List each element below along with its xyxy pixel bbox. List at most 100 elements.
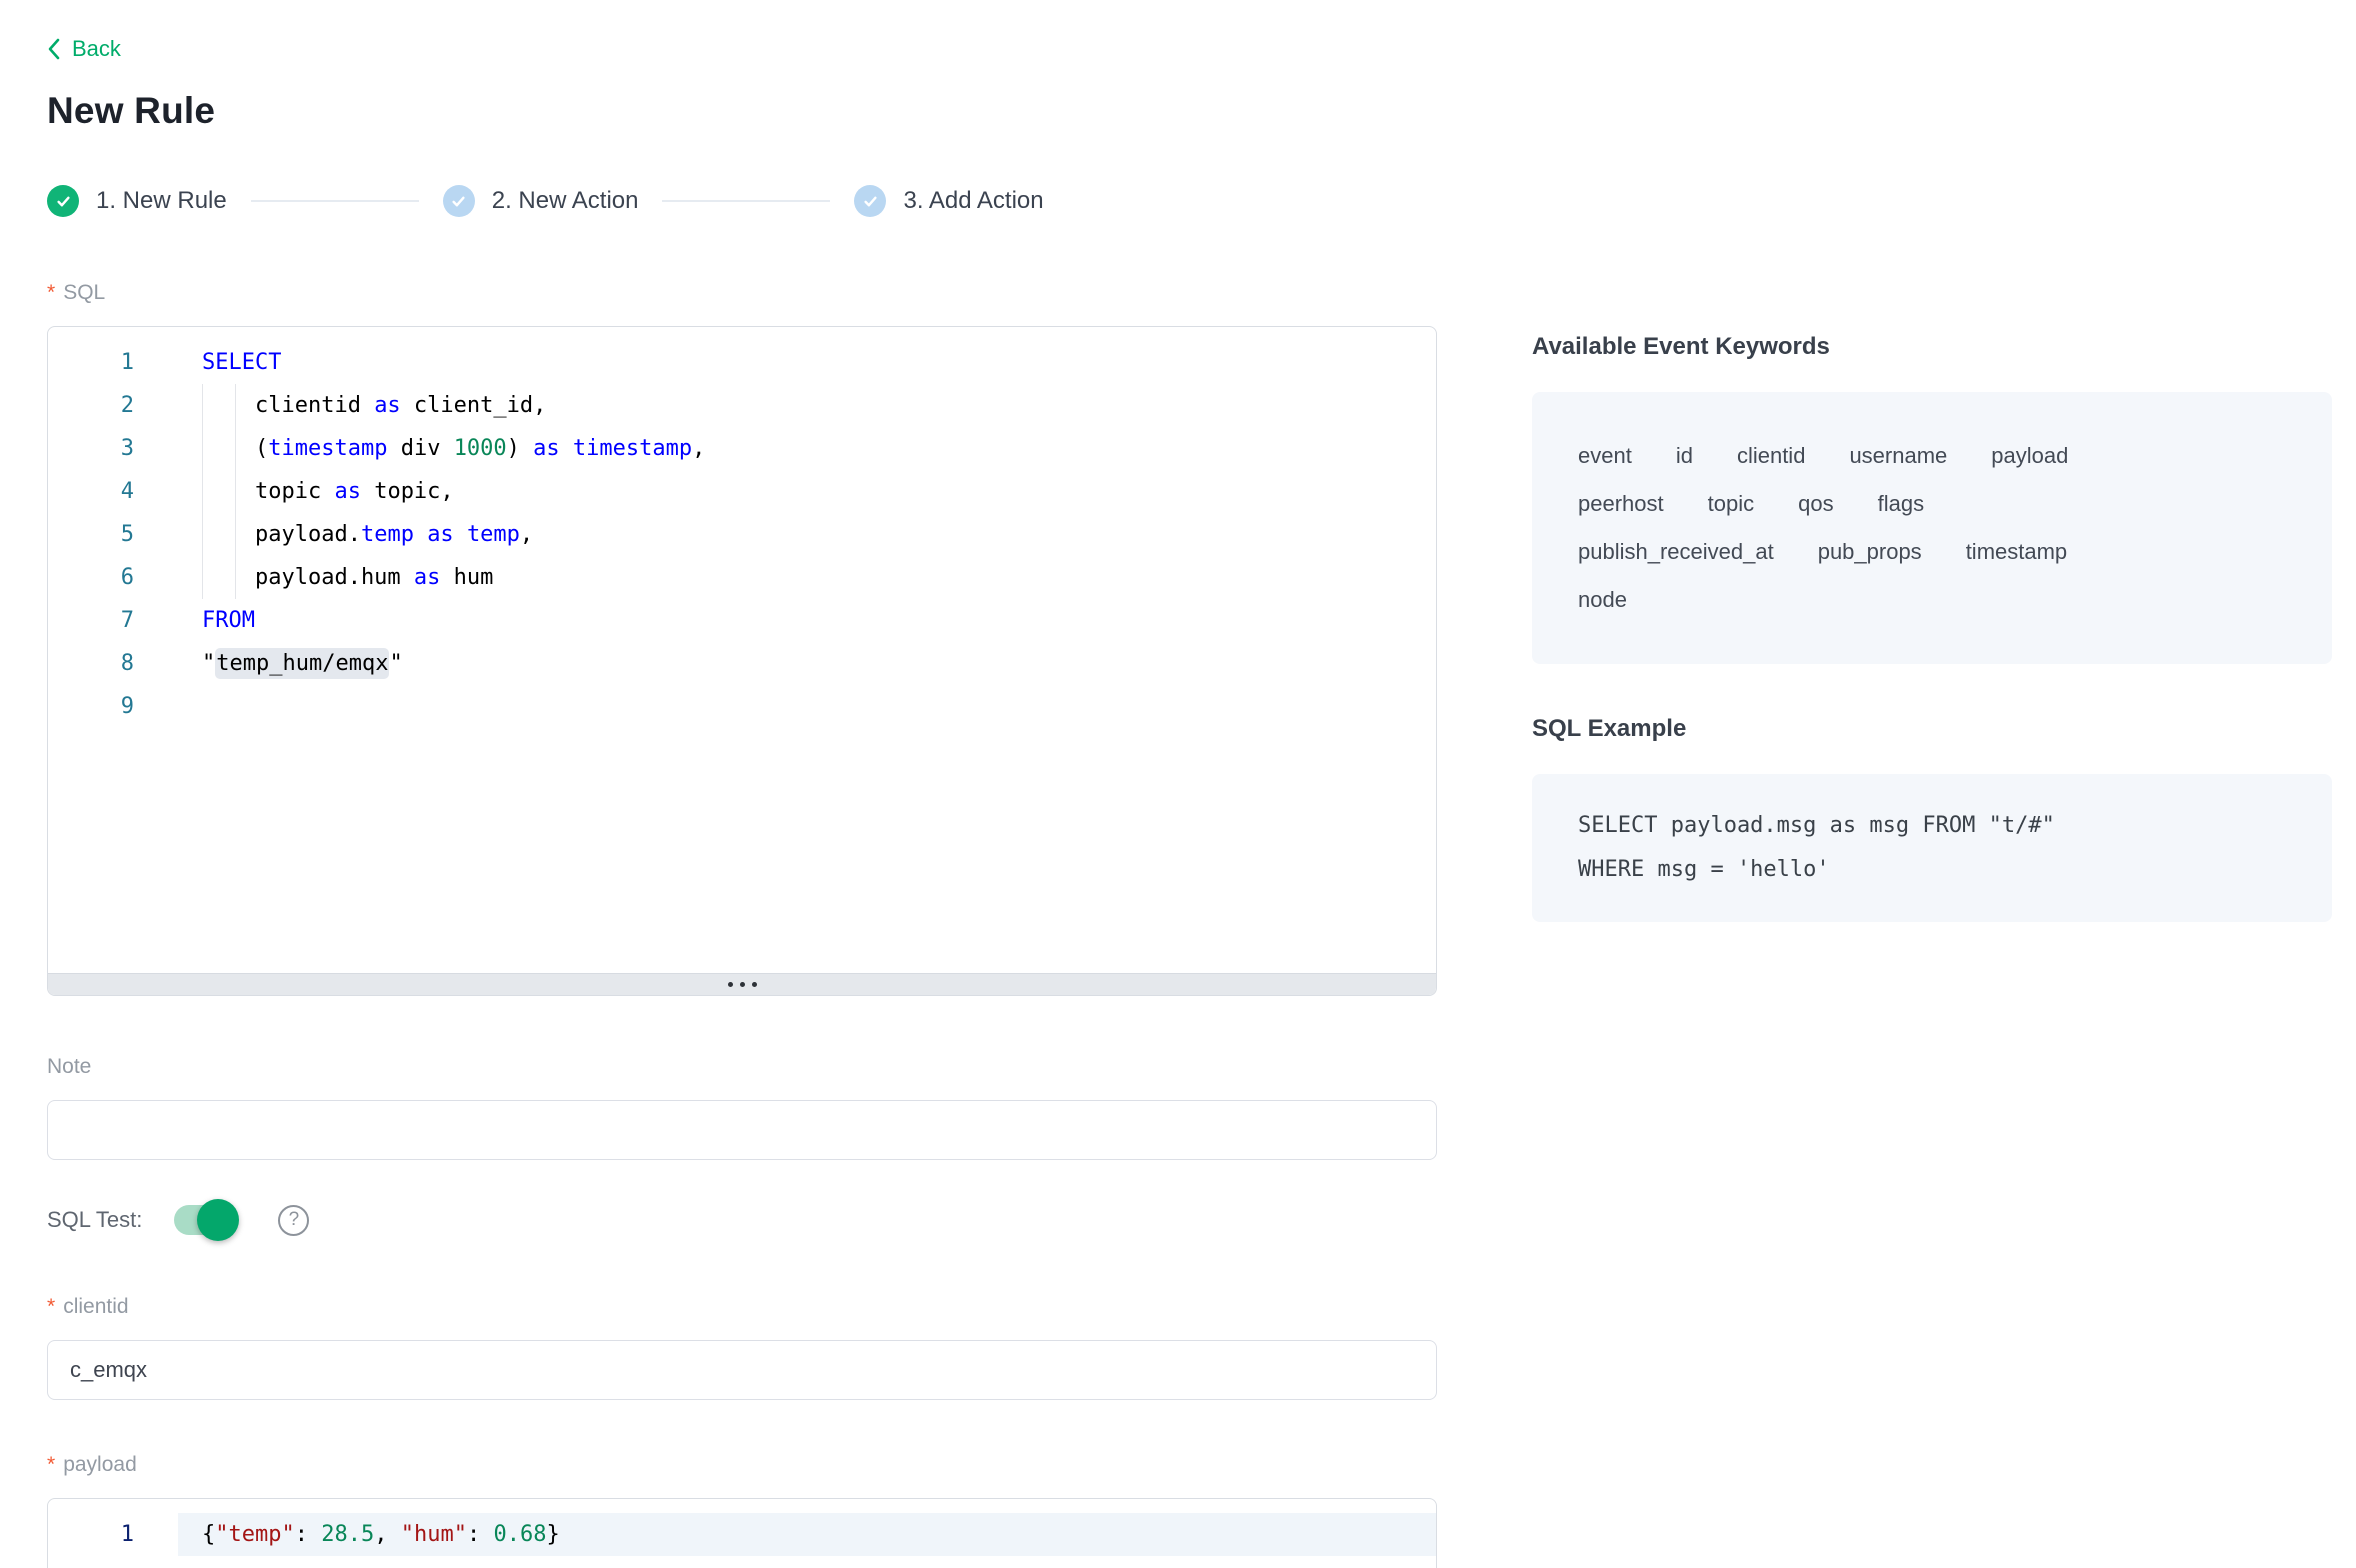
keyword-row: eventid clientid username payload	[1578, 432, 2286, 480]
event-keyword: flags	[1878, 480, 1924, 528]
code-text: clientid as client_id,	[178, 384, 1436, 427]
code-line: 8"temp_hum/emqx"	[48, 642, 1436, 685]
keyword-row: peerhost topic qos flags	[1578, 480, 2286, 528]
required-asterisk: *	[47, 1295, 55, 1318]
editor-resize-handle[interactable]	[48, 973, 1436, 995]
code-line: 5 payload.temp as temp,	[48, 513, 1436, 556]
stepper-step-2[interactable]: 2. New Action	[443, 185, 639, 217]
code-text: FROM	[178, 599, 1436, 642]
indent-guide	[235, 384, 236, 599]
required-asterisk: *	[47, 1453, 55, 1476]
stepper: 1. New Rule 2. New Action 3. Add Action	[47, 185, 2356, 217]
sql-code-editor[interactable]: 1SELECT2 clientid as client_id,3 (timest…	[47, 326, 1437, 996]
event-keyword: clientid	[1737, 432, 1805, 480]
note-field-label: Note	[47, 1054, 1437, 1080]
sql-field-label: *SQL	[47, 280, 1437, 306]
step-check-icon	[443, 185, 475, 217]
sql-example-box: SELECT payload.msg as msg FROM "t/#"WHER…	[1532, 774, 2332, 922]
rule-form: *SQL 1SELECT2 clientid as client_id,3 (t…	[47, 280, 1437, 1568]
required-asterisk: *	[47, 281, 55, 304]
event-keyword: id	[1676, 432, 1693, 480]
note-input[interactable]	[47, 1100, 1437, 1160]
code-text: SELECT	[178, 341, 1436, 384]
line-number: 5	[48, 513, 178, 556]
event-keyword: qos	[1798, 480, 1833, 528]
line-number: 2	[48, 384, 178, 427]
code-text: topic as topic,	[178, 470, 1436, 513]
event-keyword: pub_props	[1818, 528, 1922, 576]
event-keyword: topic	[1708, 480, 1754, 528]
code-line: 1{"temp": 28.5, "hum": 0.68}	[48, 1513, 1436, 1556]
event-keyword: timestamp	[1966, 528, 2067, 576]
resize-dot	[752, 982, 757, 987]
event-keyword: username	[1849, 432, 1947, 480]
line-number: 1	[48, 341, 178, 384]
code-text: {"temp": 28.5, "hum": 0.68}	[178, 1513, 1436, 1556]
code-text: "temp_hum/emqx"	[178, 642, 1436, 685]
keywords-box: eventid clientid username payload peerhost to…	[1532, 392, 2332, 664]
sql-code-lines: 1SELECT2 clientid as client_id,3 (timest…	[48, 327, 1436, 728]
step-label: 3. Add Action	[903, 187, 1043, 215]
payload-field: *payload 1{"temp": 28.5, "hum": 0.68}	[47, 1452, 1437, 1568]
code-line: 6 payload.hum as hum	[48, 556, 1436, 599]
event-keyword: publish_received_at	[1578, 528, 1774, 576]
line-number: 8	[48, 642, 178, 685]
resize-dot	[728, 982, 733, 987]
step-check-icon	[47, 185, 79, 217]
sql-example-title: SQL Example	[1532, 714, 2332, 744]
code-line: 7FROM	[48, 599, 1436, 642]
code-line: 3 (timestamp div 1000) as timestamp,	[48, 427, 1436, 470]
sql-test-label: SQL Test:	[47, 1207, 142, 1233]
payload-field-label: *payload	[47, 1452, 1437, 1478]
keyword-row: node	[1578, 576, 2286, 624]
stepper-step-1[interactable]: 1. New Rule	[47, 185, 227, 217]
indent-guide	[202, 384, 203, 599]
help-panel: Available Event Keywords eventid clientid…	[1532, 280, 2332, 1568]
code-text	[178, 685, 1436, 728]
code-line: 4 topic as topic,	[48, 470, 1436, 513]
step-label: 2. New Action	[492, 187, 639, 215]
line-number: 6	[48, 556, 178, 599]
line-number: 9	[48, 685, 178, 728]
sql-example-line: WHERE msg = 'hello'	[1578, 848, 2286, 892]
event-keyword: node	[1578, 576, 1627, 624]
code-text: payload.temp as temp,	[178, 513, 1436, 556]
step-check-icon	[854, 185, 886, 217]
resize-dot	[740, 982, 745, 987]
event-keyword: peerhost	[1578, 480, 1664, 528]
note-field: Note	[47, 1054, 1437, 1160]
code-text: (timestamp div 1000) as timestamp,	[178, 427, 1436, 470]
step-label: 1. New Rule	[96, 187, 227, 215]
new-rule-page: Back New Rule 1. New Rule 2. New Action 3.…	[0, 0, 2356, 1568]
line-number: 4	[48, 470, 178, 513]
clientid-field: *clientid	[47, 1294, 1437, 1400]
back-chevron-icon	[47, 38, 60, 60]
sql-example-line: SELECT payload.msg as msg FROM "t/#"	[1578, 804, 2286, 848]
content-area: *SQL 1SELECT2 clientid as client_id,3 (t…	[47, 280, 2356, 1568]
event-keyword: event	[1578, 432, 1632, 480]
sql-test-toggle[interactable]	[174, 1205, 236, 1235]
clientid-input[interactable]	[47, 1340, 1437, 1400]
step-connector	[662, 200, 830, 202]
payload-code-editor[interactable]: 1{"temp": 28.5, "hum": 0.68}	[47, 1498, 1437, 1568]
clientid-field-label: *clientid	[47, 1294, 1437, 1320]
stepper-step-3[interactable]: 3. Add Action	[854, 185, 1043, 217]
help-icon[interactable]: ?	[278, 1205, 309, 1236]
toggle-knob	[197, 1199, 239, 1241]
code-text: payload.hum as hum	[178, 556, 1436, 599]
code-line: 1SELECT	[48, 341, 1436, 384]
line-number: 1	[48, 1513, 178, 1556]
line-number: 7	[48, 599, 178, 642]
event-keyword: payload	[1991, 432, 2068, 480]
line-number: 3	[48, 427, 178, 470]
keyword-row: publish_received_at pub_props timestamp	[1578, 528, 2286, 576]
payload-code-lines: 1{"temp": 28.5, "hum": 0.68}	[48, 1499, 1436, 1556]
back-button[interactable]: Back	[47, 36, 121, 62]
code-line: 2 clientid as client_id,	[48, 384, 1436, 427]
code-line: 9	[48, 685, 1436, 728]
page-title: New Rule	[47, 89, 2356, 133]
step-connector	[251, 200, 419, 202]
back-label: Back	[72, 36, 121, 62]
keywords-title: Available Event Keywords	[1532, 332, 2332, 362]
sql-test-row: SQL Test: ?	[47, 1198, 1437, 1242]
